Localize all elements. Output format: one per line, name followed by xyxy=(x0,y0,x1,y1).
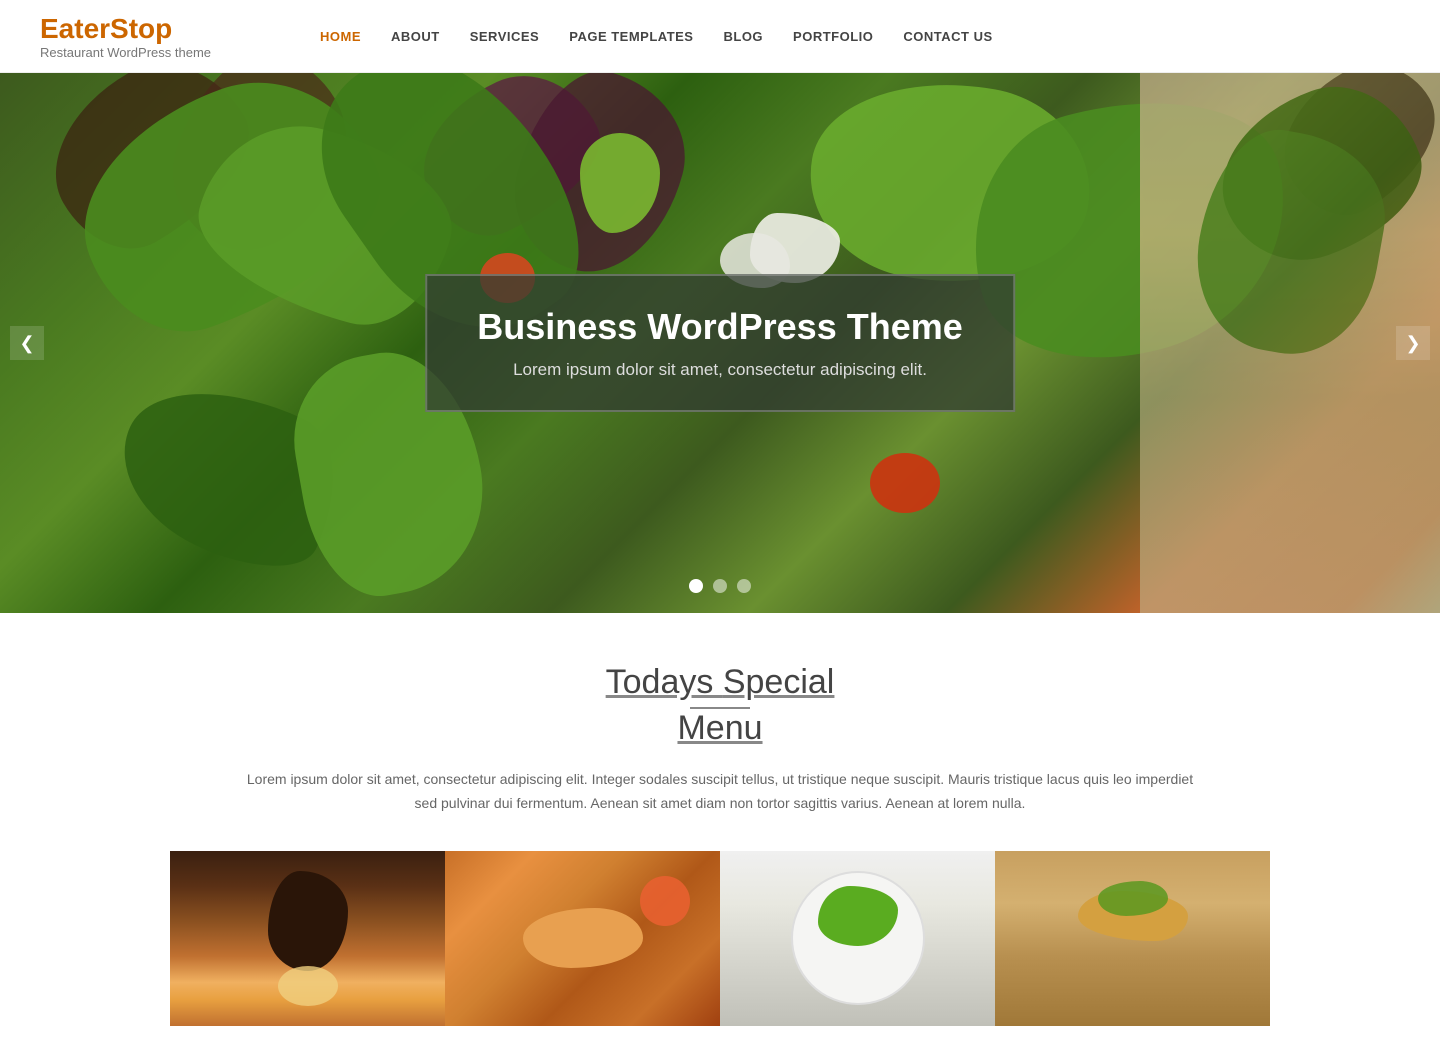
slide-subtitle: Lorem ipsum dolor sit amet, consectetur … xyxy=(477,360,963,380)
chevron-right-icon: ❯ xyxy=(1405,333,1420,354)
tomato-1 xyxy=(870,453,940,513)
slider-right-panel xyxy=(1140,73,1440,613)
food-thumbnail-4 xyxy=(995,851,1270,1026)
header: EaterStop Restaurant WordPress theme HOM… xyxy=(0,0,1440,73)
food-grid xyxy=(170,851,1270,1026)
nav-item-about[interactable]: ABOUT xyxy=(391,29,440,44)
logo-title: EaterStop xyxy=(40,13,260,45)
logo[interactable]: EaterStop Restaurant WordPress theme xyxy=(40,13,260,60)
slider-dots xyxy=(689,579,751,593)
food-item-4[interactable] xyxy=(995,851,1270,1026)
hero-slider: Business WordPress Theme Lorem ipsum dol… xyxy=(0,73,1440,613)
main-content: Todays Special Menu Lorem ipsum dolor si… xyxy=(0,613,1440,1056)
food-thumbnail-1 xyxy=(170,851,445,1026)
slider-next-button[interactable]: ❯ xyxy=(1396,326,1430,360)
food-thumbnail-3 xyxy=(720,851,995,1026)
section-title: Todays Special Menu xyxy=(40,663,1400,748)
nav-item-portfolio[interactable]: PORTFOLIO xyxy=(793,29,873,44)
slide-text-box: Business WordPress Theme Lorem ipsum dol… xyxy=(425,274,1015,412)
slider-prev-button[interactable]: ❮ xyxy=(10,326,44,360)
slide-title: Business WordPress Theme xyxy=(477,306,963,348)
slider-dot-1[interactable] xyxy=(689,579,703,593)
food-item-3[interactable] xyxy=(720,851,995,1026)
section-title-end: Menu xyxy=(677,709,762,747)
nav-item-home[interactable]: HOME xyxy=(320,29,361,44)
food-item-1[interactable] xyxy=(170,851,445,1026)
nav-item-blog[interactable]: BLOG xyxy=(723,29,763,44)
logo-subtitle: Restaurant WordPress theme xyxy=(40,45,260,60)
food-item-2[interactable] xyxy=(445,851,720,1026)
nav-item-services[interactable]: SERVICES xyxy=(470,29,540,44)
slider-dot-2[interactable] xyxy=(713,579,727,593)
nav-item-contact[interactable]: CONTACT US xyxy=(903,29,992,44)
section-title-start: Todays xyxy=(606,663,723,701)
chevron-left-icon: ❮ xyxy=(19,333,34,354)
slider-dot-3[interactable] xyxy=(737,579,751,593)
main-nav: HOME ABOUT SERVICES PAGE TEMPLATES BLOG … xyxy=(320,29,993,44)
food-thumbnail-2 xyxy=(445,851,720,1026)
nav-item-page-templates[interactable]: PAGE TEMPLATES xyxy=(569,29,693,44)
section-description: Lorem ipsum dolor sit amet, consectetur … xyxy=(245,768,1195,816)
